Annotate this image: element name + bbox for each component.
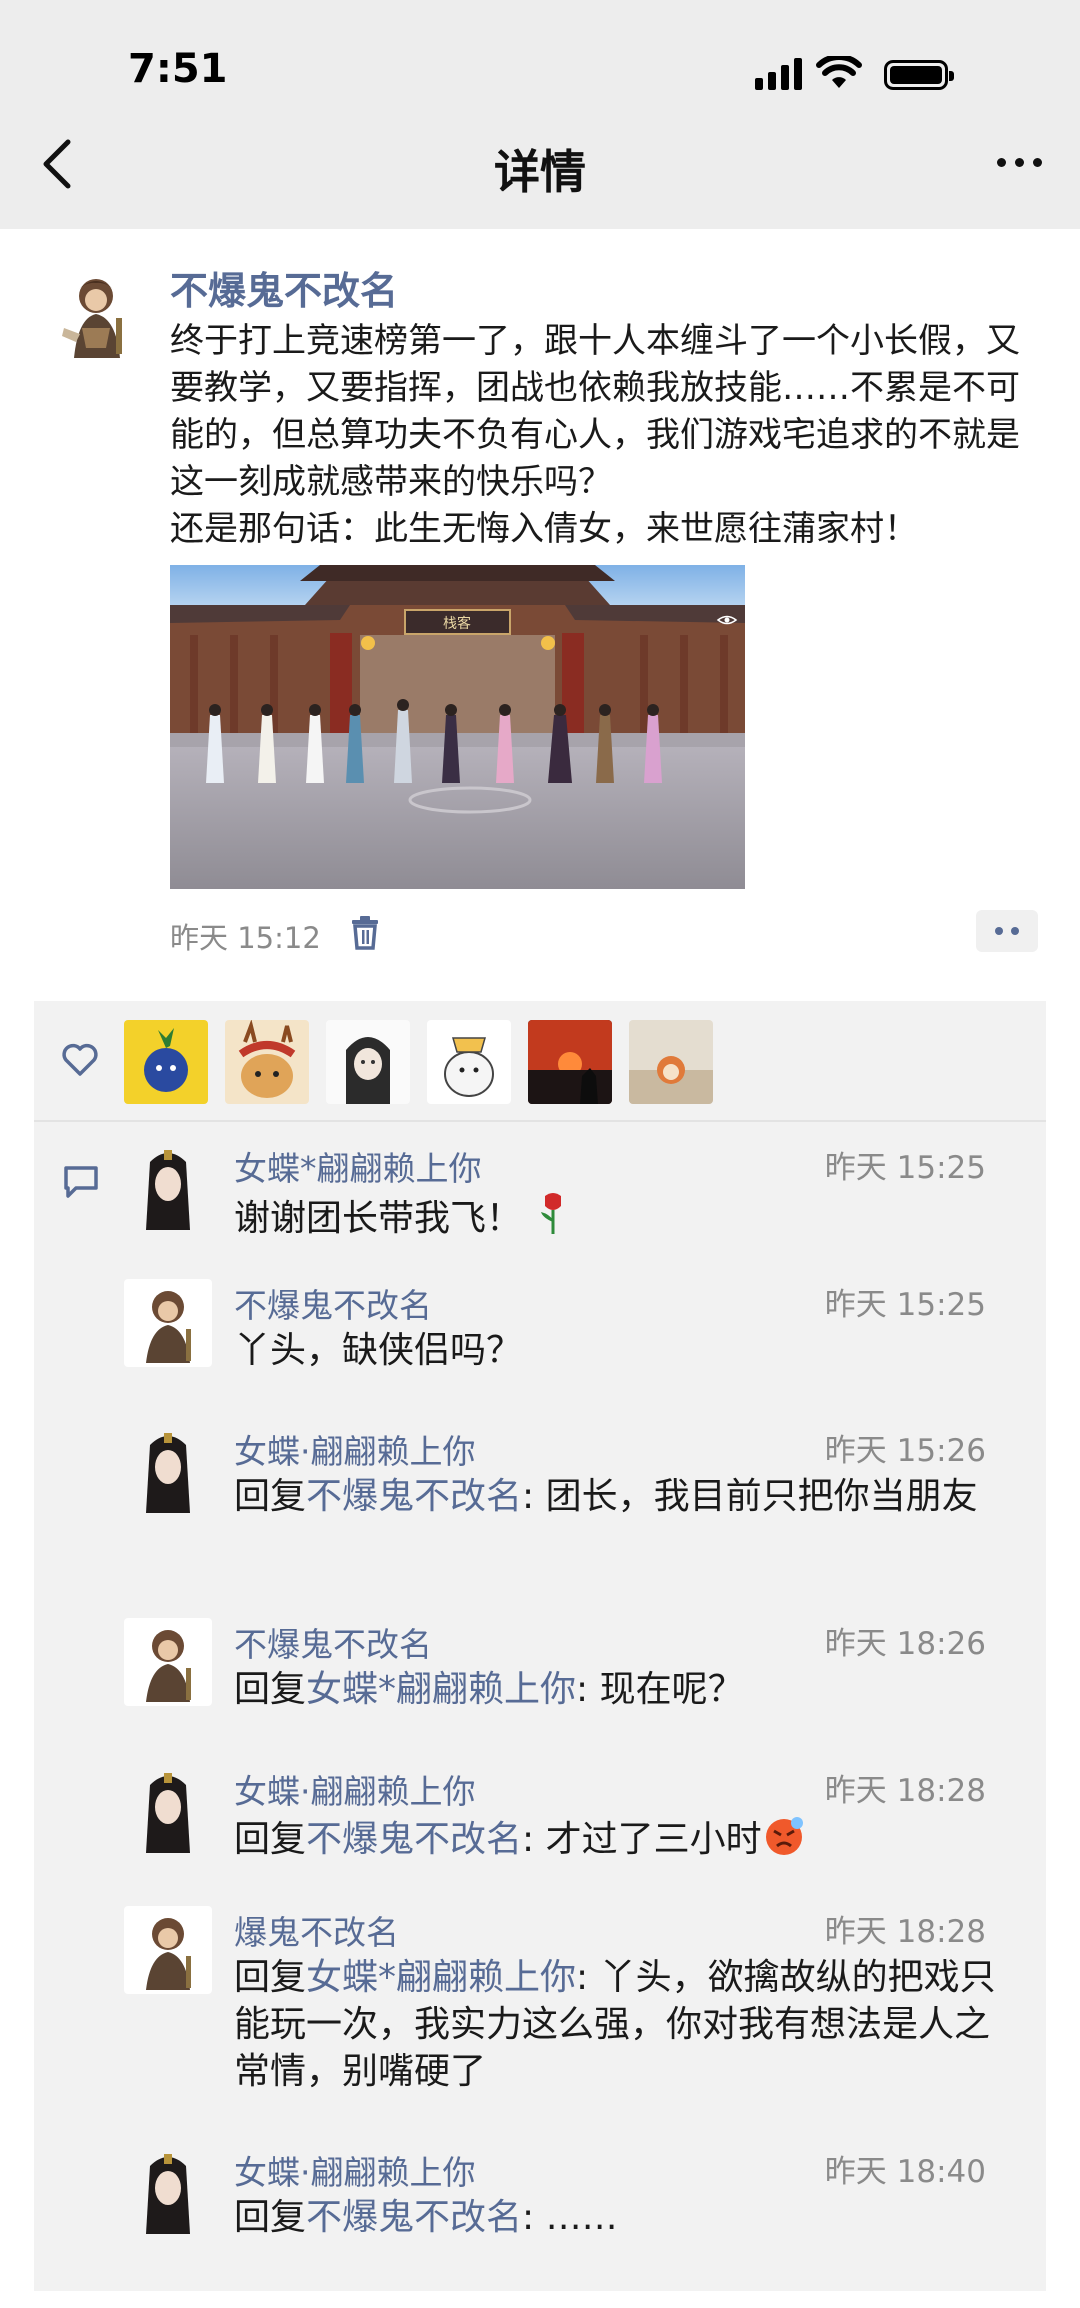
- status-time: 7:51: [128, 46, 228, 92]
- post-time: 昨天 15:12: [170, 921, 321, 955]
- wifi-icon: [816, 56, 862, 88]
- comment-time: 昨天 18:28: [824, 1914, 986, 1950]
- likes-row: [34, 1001, 1046, 1120]
- commenter-avatar[interactable]: [124, 1906, 212, 1994]
- reply-label: 回复: [234, 1957, 307, 1998]
- commenter-name[interactable]: 女蝶·翩翩赖上你: [234, 1425, 476, 1473]
- like-avatar[interactable]: [326, 1020, 410, 1104]
- interaction-panel: 女蝶*翩翩赖上你 昨天 15:25 谢谢团长带我飞！ 不爆鬼不改名 昨天 15:…: [34, 1001, 1046, 2291]
- gate-sign: 栈客: [443, 615, 471, 632]
- comment-body: 谢谢团长带我飞！: [234, 1198, 523, 1239]
- commenter-avatar[interactable]: [124, 1425, 212, 1513]
- reply-label: 回复: [234, 1819, 307, 1860]
- reply-to-name[interactable]: 不爆鬼不改名: [306, 2197, 522, 2238]
- comment-time: 昨天 15:25: [824, 1150, 986, 1186]
- delete-icon[interactable]: [348, 914, 382, 950]
- comment-text: 谢谢团长带我飞！: [234, 1190, 1024, 1242]
- comment-time: 昨天 18:40: [824, 2154, 986, 2190]
- reply-to-name[interactable]: 女蝶*翩翩赖上你: [306, 1669, 576, 1710]
- comment-actions-button[interactable]: [976, 910, 1038, 952]
- page-title: 详情: [494, 145, 586, 199]
- like-avatar[interactable]: [124, 1020, 208, 1104]
- comment-time: 昨天 15:26: [824, 1433, 986, 1469]
- post-author-name[interactable]: 不爆鬼不改名: [170, 260, 398, 315]
- like-avatar[interactable]: [427, 1020, 511, 1104]
- divider: [34, 1120, 1046, 1122]
- comment-time: 昨天 18:26: [824, 1626, 986, 1662]
- comment-text: 丫头，缺侠侣吗？: [234, 1330, 523, 1371]
- comment-text: 回复女蝶*翩翩赖上你: 丫头，欲擒故纵的把戏只能玩一次，我实力这么强，你对我有想…: [234, 1954, 1024, 2095]
- comment-body: : 才过了三小时: [522, 1819, 762, 1860]
- commenter-name[interactable]: 不爆鬼不改名: [234, 1279, 432, 1327]
- comment-text: 回复不爆鬼不改名: 团长，我目前只把你当朋友: [234, 1473, 1024, 1520]
- comment-body: : 团长，我目前只把你当朋友: [522, 1476, 978, 1517]
- angry-face-icon: [765, 1817, 803, 1855]
- reply-label: 回复: [234, 1669, 307, 1710]
- commenter-avatar[interactable]: [124, 2146, 212, 2234]
- commenter-avatar[interactable]: [124, 1618, 212, 1706]
- heart-icon: [62, 1043, 98, 1076]
- reply-to-name[interactable]: 不爆鬼不改名: [306, 1819, 522, 1860]
- reply-label: 回复: [234, 2197, 307, 2238]
- comment-icon: [64, 1166, 98, 1198]
- commenter-avatar[interactable]: [124, 1765, 212, 1853]
- comment-time: 昨天 18:28: [824, 1773, 986, 1809]
- comment-time: 昨天 15:25: [824, 1287, 986, 1323]
- comment-text: 回复女蝶*翩翩赖上你: 现在呢？: [234, 1666, 1024, 1713]
- reply-label: 回复: [234, 1476, 307, 1517]
- commenter-name[interactable]: 不爆鬼不改名: [234, 1618, 432, 1666]
- top-bar: 7:51 详情: [0, 0, 1080, 229]
- commenter-name[interactable]: 爆鬼不改名: [234, 1906, 399, 1954]
- commenter-avatar[interactable]: [124, 1142, 212, 1230]
- commenter-name[interactable]: 女蝶·翩翩赖上你: [234, 1765, 476, 1813]
- comment-body: : 现在呢？: [576, 1669, 744, 1710]
- more-options-icon[interactable]: [997, 158, 1042, 167]
- post-image[interactable]: 栈客: [170, 565, 745, 889]
- rose-icon: [541, 1193, 562, 1234]
- comment-text: 回复不爆鬼不改名: ……: [234, 2194, 1024, 2241]
- comment-text: 回复不爆鬼不改名: 才过了三小时: [234, 1813, 1024, 1863]
- like-avatar[interactable]: [629, 1020, 713, 1104]
- battery-icon: [884, 60, 954, 90]
- reply-to-name[interactable]: 女蝶*翩翩赖上你: [306, 1957, 576, 1998]
- cellular-signal-icon: [755, 56, 802, 90]
- author-avatar[interactable]: [52, 268, 138, 364]
- commenter-avatar[interactable]: [124, 1279, 212, 1367]
- status-icons: [755, 56, 954, 90]
- commenter-name[interactable]: 女蝶*翩翩赖上你: [234, 1142, 482, 1190]
- like-avatar[interactable]: [528, 1020, 612, 1104]
- comment-body: : ……: [522, 2197, 618, 2238]
- commenter-name[interactable]: 女蝶·翩翩赖上你: [234, 2146, 476, 2194]
- post-text: 终于打上竞速榜第一了，跟十人本缠斗了一个小长假，又要教学，又要指挥，团战也依赖我…: [170, 321, 1020, 549]
- like-avatar[interactable]: [225, 1020, 309, 1104]
- reply-to-name[interactable]: 不爆鬼不改名: [306, 1476, 522, 1517]
